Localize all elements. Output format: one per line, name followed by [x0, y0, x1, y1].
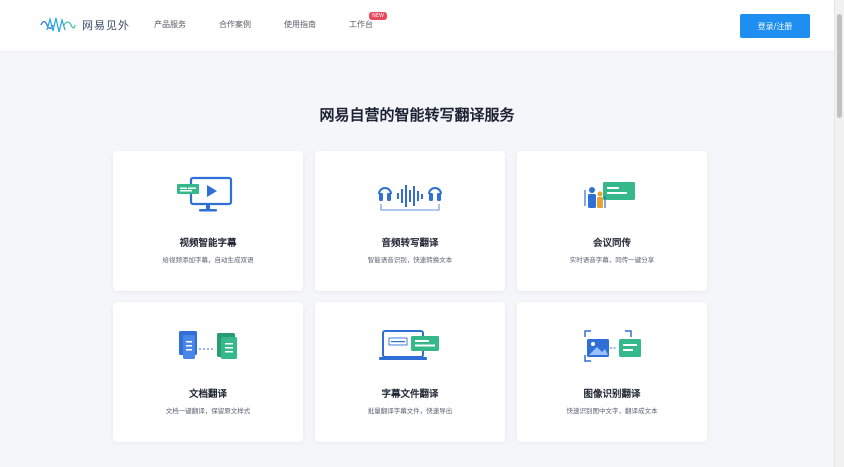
service-card-video-subtitle[interactable]: 视频智能字幕 给视频添加字幕，自动生成双语	[113, 151, 303, 291]
login-button[interactable]: 登录/注册	[740, 14, 810, 38]
logo[interactable]: 网易见外	[40, 16, 130, 34]
card-title: 音频转写翻译	[381, 238, 439, 249]
video-subtitle-icon	[177, 176, 233, 212]
image-recognition-icon	[584, 330, 641, 362]
card-description: 实时语音字幕，同传一键分享	[569, 256, 655, 264]
audio-waveform-icon	[378, 185, 442, 211]
document-translate-icon	[179, 331, 237, 359]
main-nav: 产品服务 合作案例 使用指南 工作台 NEW	[154, 12, 406, 30]
nav-item-guide[interactable]: 使用指南	[284, 19, 316, 30]
service-card-audio-transcription[interactable]: 音频转写翻译 智能语音识别，快速转换文本	[315, 151, 505, 291]
card-description: 给视频添加字幕，自动生成双语	[162, 256, 254, 264]
card-description: 批量翻译字幕文件，快速导出	[367, 407, 453, 415]
logo-wave-icon	[40, 16, 76, 33]
service-card-meeting-interpret[interactable]: 会议同传 实时语音字幕，同传一键分享	[517, 151, 707, 291]
page-scrollbar[interactable]	[834, 0, 844, 467]
nav-item-workspace[interactable]: 工作台 NEW	[349, 12, 387, 30]
new-badge: NEW	[369, 12, 387, 20]
nav-item-products[interactable]: 产品服务	[154, 19, 186, 30]
meeting-interpret-icon	[584, 182, 635, 208]
card-title: 字幕文件翻译	[381, 389, 439, 400]
card-description: 快速识别图中文字，翻译成文本	[566, 407, 658, 415]
card-description: 文档一键翻译，保留原文样式	[165, 407, 251, 415]
card-description: 智能语音识别，快速转换文本	[367, 256, 453, 264]
service-card-document-translate[interactable]: 文档翻译 文档一键翻译，保留原文样式	[113, 302, 303, 442]
card-title: 视频智能字幕	[179, 238, 237, 249]
card-title: 文档翻译	[188, 389, 227, 400]
service-card-subtitle-file[interactable]: 字幕文件翻译 批量翻译字幕文件，快速导出	[315, 302, 505, 442]
logo-text: 网易见外	[82, 19, 130, 32]
card-title: 图像识别翻译	[583, 389, 641, 400]
scrollbar-thumb[interactable]	[837, 14, 842, 118]
nav-item-cases[interactable]: 合作案例	[219, 19, 251, 30]
nav-item-workspace-label: 工作台	[349, 20, 373, 29]
subtitle-file-icon	[379, 330, 439, 360]
top-nav-bar: 网易见外 产品服务 合作案例 使用指南 工作台 NEW 登录/注册	[0, 0, 834, 52]
section-title: 网易自营的智能转写翻译服务	[319, 106, 515, 124]
card-title: 会议同传	[592, 238, 631, 249]
service-card-image-recognition[interactable]: 图像识别翻译 快速识别图中文字，翻译成文本	[517, 302, 707, 442]
